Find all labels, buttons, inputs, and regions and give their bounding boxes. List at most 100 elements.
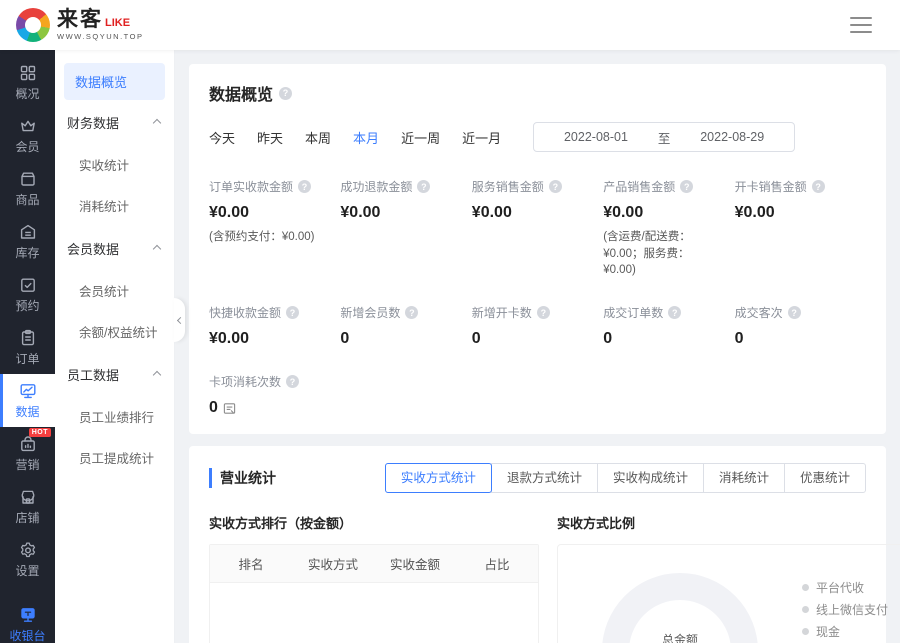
crown-icon [19, 117, 37, 135]
column-method: 实收方式 [292, 545, 374, 582]
chevron-left-icon [177, 316, 184, 323]
tab-discount-stats[interactable]: 优惠统计 [784, 463, 866, 493]
column-amount: 实收金额 [374, 545, 456, 582]
payment-ranking-panel: 实收方式排行（按金额） 排名 实收方式 实收金额 占比 [209, 513, 539, 643]
stat-customer-visits: 成交客次? 0 [735, 304, 866, 348]
legend-item[interactable]: 线上微信支付 [802, 601, 900, 618]
subnav-group-members[interactable]: 会员数据 [64, 226, 165, 270]
monitor-chart-icon [19, 382, 37, 400]
help-icon[interactable]: ? [788, 306, 801, 319]
sidebar-item-appointments[interactable]: 预约 [0, 268, 55, 321]
subnav-item-staff-commission[interactable]: 员工提成统计 [64, 437, 165, 478]
filter-last-week[interactable]: 近一周 [401, 128, 440, 147]
subnav-group-finance[interactable]: 财务数据 [64, 100, 165, 144]
primary-sidebar: 概况 会员 商品 库存 预约 订单 数据 HOT 营销 [0, 50, 55, 643]
subnav-item-balance-stats[interactable]: 余额/权益统计 [64, 311, 165, 352]
subnav-item-consumption-stats[interactable]: 消耗统计 [64, 185, 165, 226]
stat-deal-orders: 成交订单数? 0 [603, 304, 734, 348]
stat-new-members: 新增会员数? 0 [340, 304, 471, 348]
date-range-picker[interactable]: 2022-08-01 至 2022-08-29 [533, 122, 795, 152]
filter-last-month[interactable]: 近一月 [462, 128, 501, 147]
stat-quick-payment: 快捷收款金额? ¥0.00 [209, 304, 340, 348]
legend-item[interactable]: 平台代收 [802, 579, 900, 596]
filter-today[interactable]: 今天 [209, 128, 235, 147]
sidebar-item-cashier[interactable]: 收银台 [0, 598, 55, 643]
donut-chart-box: 总金额 ¥0.00 平台代收 线上微信支付 现金 其他 微信（记账） 支付宝（记… [557, 544, 900, 643]
payment-proportion-panel: 实收方式比例 总金额 ¥0.00 平台代收 线上微信支付 现金 [557, 513, 900, 643]
ranking-table-empty-state: 暂无数据 [210, 583, 538, 643]
help-icon[interactable]: ? [812, 180, 825, 193]
filter-this-month[interactable]: 本月 [353, 128, 379, 147]
secondary-sidebar: 数据概览 财务数据 实收统计 消耗统计 会员数据 会员统计 余额/权益统计 员工… [55, 50, 175, 643]
subnav-item-staff-ranking[interactable]: 员工业绩排行 [64, 396, 165, 437]
data-overview-card: 数据概览 ? 今天 昨天 本周 本月 近一周 近一月 2022-08-01 至 … [189, 64, 886, 434]
chevron-up-icon [153, 118, 161, 126]
sidebar-collapse-button[interactable] [174, 298, 185, 342]
brand-logo-icon [16, 8, 50, 42]
help-icon[interactable]: ? [286, 375, 299, 388]
help-icon[interactable]: ? [549, 180, 562, 193]
help-icon[interactable]: ? [298, 180, 311, 193]
legend-dot-icon [802, 584, 809, 591]
date-range-end: 2022-08-29 [700, 130, 764, 144]
column-ratio: 占比 [456, 545, 538, 582]
subnav-item-member-stats[interactable]: 会员统计 [64, 270, 165, 311]
tab-income-composition-stats[interactable]: 实收构成统计 [597, 463, 704, 493]
stat-order-income: 订单实收款金额? ¥0.00 (含预约支付：¥0.00) [209, 178, 340, 279]
date-range-start: 2022-08-01 [564, 130, 628, 144]
brand-site: WWW.SQYUN.TOP [57, 33, 143, 41]
stat-new-cards: 新增开卡数? 0 [472, 304, 603, 348]
donut-center-label: 总金额 [662, 631, 698, 643]
help-icon[interactable]: ? [286, 306, 299, 319]
help-icon[interactable]: ? [417, 180, 430, 193]
menu-icon[interactable] [850, 17, 872, 33]
storefront-icon [19, 488, 37, 506]
tab-payment-method-stats[interactable]: 实收方式统计 [385, 463, 492, 493]
date-filter-row: 今天 昨天 本周 本月 近一周 近一月 2022-08-01 至 2022-08… [209, 122, 866, 152]
donut-chart: 总金额 ¥0.00 [602, 573, 758, 643]
subnav-group-staff[interactable]: 员工数据 [64, 352, 165, 396]
help-icon[interactable]: ? [537, 306, 550, 319]
chevron-up-icon [153, 370, 161, 378]
sidebar-item-data[interactable]: 数据 [0, 374, 55, 427]
sidebar-item-settings[interactable]: 设置 [0, 533, 55, 586]
brand-logo: 来客LIKE WWW.SQYUN.TOP [16, 8, 143, 42]
page-title: 数据概览 [209, 81, 273, 105]
calendar-check-icon [19, 276, 37, 294]
record-detail-icon[interactable] [223, 402, 236, 415]
tab-refund-method-stats[interactable]: 退款方式统计 [491, 463, 598, 493]
stat-product-sales: 产品销售金额? ¥0.00 (含运费/配送费：¥0.00；服务费：¥0.00) [603, 178, 734, 279]
sidebar-item-products[interactable]: 商品 [0, 162, 55, 215]
sidebar-item-members[interactable]: 会员 [0, 109, 55, 162]
help-icon[interactable]: ? [279, 87, 292, 100]
ranking-table-header: 排名 实收方式 实收金额 占比 [210, 545, 538, 583]
box-icon [19, 170, 37, 188]
help-icon[interactable]: ? [668, 306, 681, 319]
sidebar-item-shop[interactable]: 店铺 [0, 480, 55, 533]
stat-card-sales: 开卡销售金额? ¥0.00 [735, 178, 866, 279]
brand-name-en: LIKE [105, 17, 130, 29]
stat-service-sales: 服务销售金额? ¥0.00 [472, 178, 603, 279]
legend-item[interactable]: 现金 [802, 623, 900, 640]
column-rank: 排名 [210, 545, 292, 582]
marketing-bag-icon [19, 435, 37, 453]
tab-consumption-stats[interactable]: 消耗统计 [703, 463, 785, 493]
proportion-title: 实收方式比例 [557, 513, 900, 532]
stats-tab-group: 实收方式统计 退款方式统计 实收构成统计 消耗统计 优惠统计 [385, 463, 866, 493]
sidebar-item-orders[interactable]: 订单 [0, 321, 55, 374]
help-icon[interactable]: ? [680, 180, 693, 193]
stats-grid: 订单实收款金额? ¥0.00 (含预约支付：¥0.00) 成功退款金额? ¥0.… [209, 178, 866, 417]
subnav-item-income-stats[interactable]: 实收统计 [64, 144, 165, 185]
sidebar-item-marketing[interactable]: HOT 营销 [0, 427, 55, 480]
sidebar-item-inventory[interactable]: 库存 [0, 215, 55, 268]
sidebar-item-overview[interactable]: 概况 [0, 56, 55, 109]
help-icon[interactable]: ? [405, 306, 418, 319]
section-title: 营业统计 [209, 468, 276, 488]
storage-icon [19, 223, 37, 241]
ranking-table: 排名 实收方式 实收金额 占比 暂无数据 [209, 544, 539, 643]
filter-yesterday[interactable]: 昨天 [257, 128, 283, 147]
grid-icon [19, 64, 37, 82]
filter-this-week[interactable]: 本周 [305, 128, 331, 147]
clipboard-icon [19, 329, 37, 347]
subnav-item-data-overview[interactable]: 数据概览 [64, 63, 165, 100]
